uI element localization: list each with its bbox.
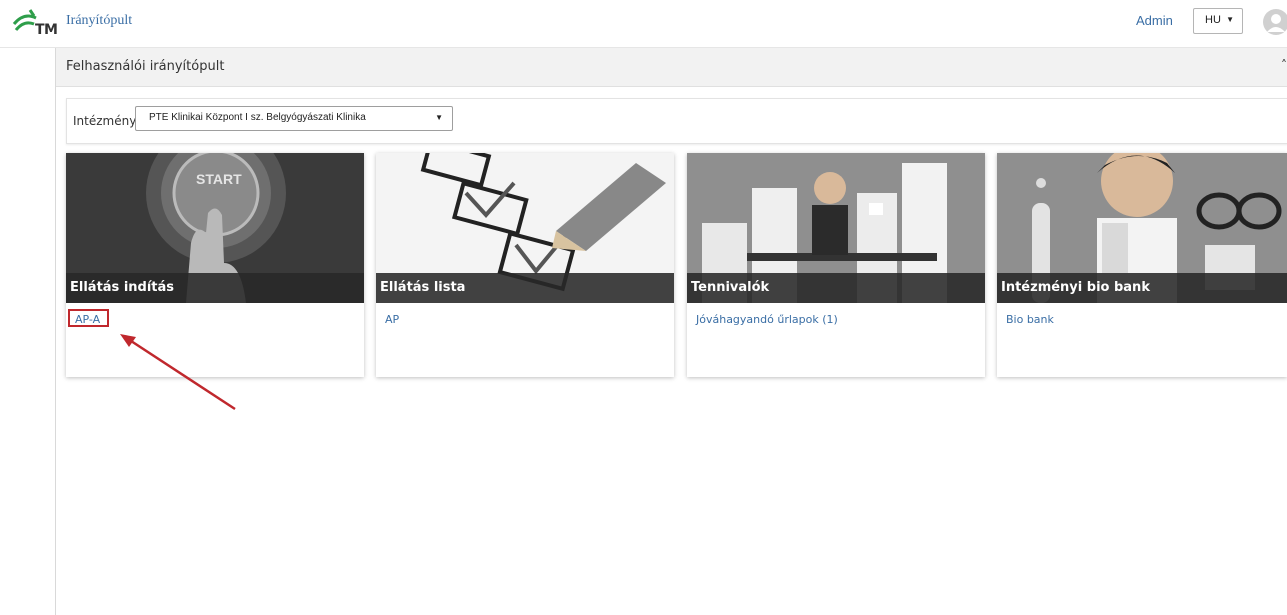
chevron-down-icon: ▼	[1226, 15, 1234, 24]
left-sidebar	[0, 48, 56, 615]
card-biobank: Intézményi bio bank Bio bank	[997, 153, 1287, 377]
chevron-down-icon: ▼	[435, 113, 443, 122]
card-link-ap-a[interactable]: AP-A	[75, 313, 100, 326]
logo-text: TM	[35, 22, 58, 38]
avatar[interactable]	[1262, 8, 1287, 36]
card-title: Ellátás indítás	[70, 280, 175, 295]
institution-value: PTE Klinikai Központ I sz. Belgyógyászat…	[149, 112, 366, 123]
nav-dashboard-link[interactable]: Irányítópult	[66, 13, 132, 29]
page-title: Felhasználói irányítópult	[66, 59, 225, 74]
card-title-band: Ellátás lista	[376, 273, 674, 303]
card-title-band: Tennivalók	[687, 273, 985, 303]
page-header: Felhasználói irányítópult	[56, 48, 1287, 87]
card-link-pending-forms[interactable]: Jóváhagyandó űrlapok (1)	[696, 313, 838, 326]
language-value: HU	[1205, 14, 1221, 26]
card-todos: Tennivalók Jóváhagyandó űrlapok (1)	[687, 153, 985, 377]
card-title-band: Intézményi bio bank	[997, 273, 1287, 303]
app-logo[interactable]: TM	[10, 6, 58, 40]
card-care-list: Ellátás lista AP	[376, 153, 674, 377]
start-text: START	[196, 171, 242, 187]
card-title: Tennivalók	[691, 280, 770, 295]
collapse-icon[interactable]: ˄	[1281, 58, 1287, 72]
admin-user-link[interactable]: Admin	[1136, 13, 1173, 28]
institution-label: Intézmény:	[73, 114, 140, 128]
card-title-band: Ellátás indítás	[66, 273, 364, 303]
annotation-arrow-icon	[120, 334, 236, 411]
language-select[interactable]: HU ▼	[1193, 8, 1243, 34]
user-avatar-icon	[1263, 9, 1287, 35]
card-link-biobank[interactable]: Bio bank	[1006, 313, 1054, 326]
institution-filter-bar: Intézmény: PTE Klinikai Központ I sz. Be…	[66, 98, 1287, 144]
card-title: Intézményi bio bank	[1001, 280, 1150, 295]
top-navbar: TM Irányítópult Admin HU ▼	[0, 0, 1287, 48]
institution-select[interactable]: PTE Klinikai Központ I sz. Belgyógyászat…	[135, 106, 453, 131]
card-link-ap[interactable]: AP	[385, 313, 399, 326]
card-title: Ellátás lista	[380, 280, 466, 295]
